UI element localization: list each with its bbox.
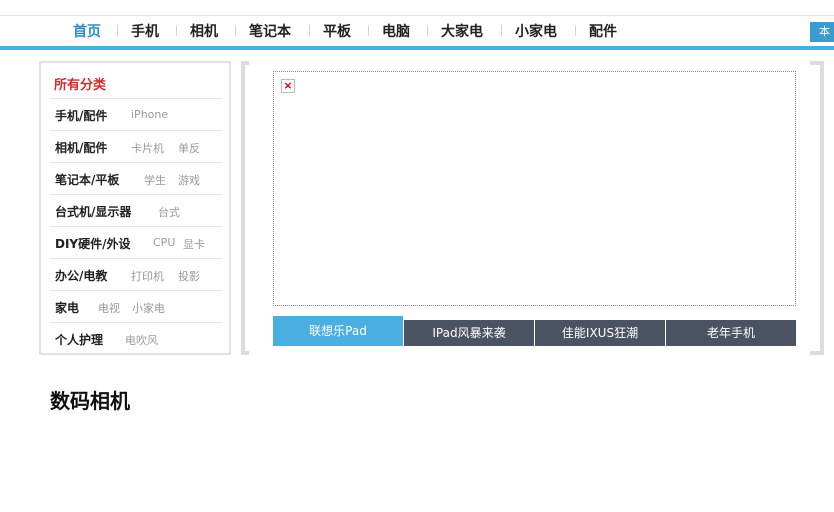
banner-bracket-right <box>810 61 824 355</box>
category-name[interactable]: 个人护理 <box>55 331 103 348</box>
tab-lenovo-lepad[interactable]: 联想乐Pad <box>273 316 403 346</box>
tab-ipad[interactable]: IPad风暴来袭 <box>404 320 534 346</box>
category-title: 所有分类 <box>54 78 107 93</box>
nav-separator <box>117 25 118 36</box>
category-row-diy: DIY硬件/外设 CPU 显卡 <box>50 226 222 258</box>
nav-item-phone[interactable]: 手机 <box>131 21 159 41</box>
nav-separator <box>427 25 428 36</box>
category-sub-link[interactable]: 卡片机 <box>131 140 164 156</box>
tab-canon-ixus[interactable]: 佳能IXUS狂潮 <box>535 320 665 346</box>
category-sub-link[interactable]: 投影 <box>178 268 200 284</box>
main-nav: 首页 手机 相机 笔记本 平板 电脑 大家电 小家电 配件 <box>0 16 834 46</box>
category-sub-link[interactable]: 小家电 <box>132 300 165 316</box>
category-row-phone: 手机/配件 iPhone <box>50 98 222 130</box>
banner-tabs: 联想乐Pad IPad风暴来袭 佳能IXUS狂潮 老年手机 <box>273 316 796 346</box>
nav-separator <box>368 25 369 36</box>
category-name[interactable]: 办公/电教 <box>55 267 107 284</box>
category-row-desktop: 台式机/显示器 台式 <box>50 194 222 226</box>
section-title: 数码相机 <box>50 389 130 413</box>
nav-separator <box>575 25 576 36</box>
category-sub-link[interactable]: 电吹风 <box>125 332 158 348</box>
category-sub-link[interactable]: 学生 <box>144 172 166 188</box>
banner-slideshow[interactable]: × <box>273 71 796 306</box>
broken-image-icon: × <box>281 79 295 93</box>
nav-item-computer[interactable]: 电脑 <box>382 21 410 41</box>
nav-item-home[interactable]: 首页 <box>73 21 101 41</box>
nav-item-laptop[interactable]: 笔记本 <box>249 21 291 41</box>
category-sub-link[interactable]: iPhone <box>131 108 168 121</box>
nav-separator <box>176 25 177 36</box>
top-right-button[interactable]: 本 <box>810 22 834 42</box>
category-sub-link[interactable]: 电视 <box>98 300 120 316</box>
nav-item-camera[interactable]: 相机 <box>190 21 218 41</box>
category-name[interactable]: 笔记本/平板 <box>55 171 119 188</box>
banner-bracket-left <box>241 61 249 355</box>
category-sub-link[interactable]: 单反 <box>178 140 200 156</box>
nav-accent-bar <box>0 46 834 50</box>
category-row-laptop: 笔记本/平板 学生 游戏 <box>50 162 222 194</box>
category-sub-link[interactable]: 显卡 <box>183 236 205 252</box>
nav-item-small-appliance[interactable]: 小家电 <box>515 21 557 41</box>
nav-separator <box>501 25 502 36</box>
tab-senior-phone[interactable]: 老年手机 <box>666 320 796 346</box>
category-sub-link[interactable]: 游戏 <box>178 172 200 188</box>
category-row-personal-care: 个人护理 电吹风 <box>50 322 222 354</box>
category-sub-link[interactable]: 台式 <box>158 204 180 220</box>
category-name[interactable]: DIY硬件/外设 <box>55 235 131 252</box>
category-name[interactable]: 台式机/显示器 <box>55 203 131 220</box>
category-row-office: 办公/电教 打印机 投影 <box>50 258 222 290</box>
category-row-camera: 相机/配件 卡片机 单反 <box>50 130 222 162</box>
nav-separator <box>235 25 236 36</box>
nav-item-accessories[interactable]: 配件 <box>589 21 617 41</box>
category-name[interactable]: 相机/配件 <box>55 139 107 156</box>
nav-item-large-appliance[interactable]: 大家电 <box>441 21 483 41</box>
category-panel: 所有分类 手机/配件 iPhone 相机/配件 卡片机 单反 笔记本/平板 学生… <box>39 61 231 355</box>
category-name[interactable]: 家电 <box>55 299 79 316</box>
category-sub-link[interactable]: CPU <box>153 236 175 249</box>
nav-separator <box>309 25 310 36</box>
category-name[interactable]: 手机/配件 <box>55 107 107 124</box>
nav-item-tablet[interactable]: 平板 <box>323 21 351 41</box>
category-row-appliance: 家电 电视 小家电 <box>50 290 222 322</box>
category-sub-link[interactable]: 打印机 <box>131 268 164 284</box>
